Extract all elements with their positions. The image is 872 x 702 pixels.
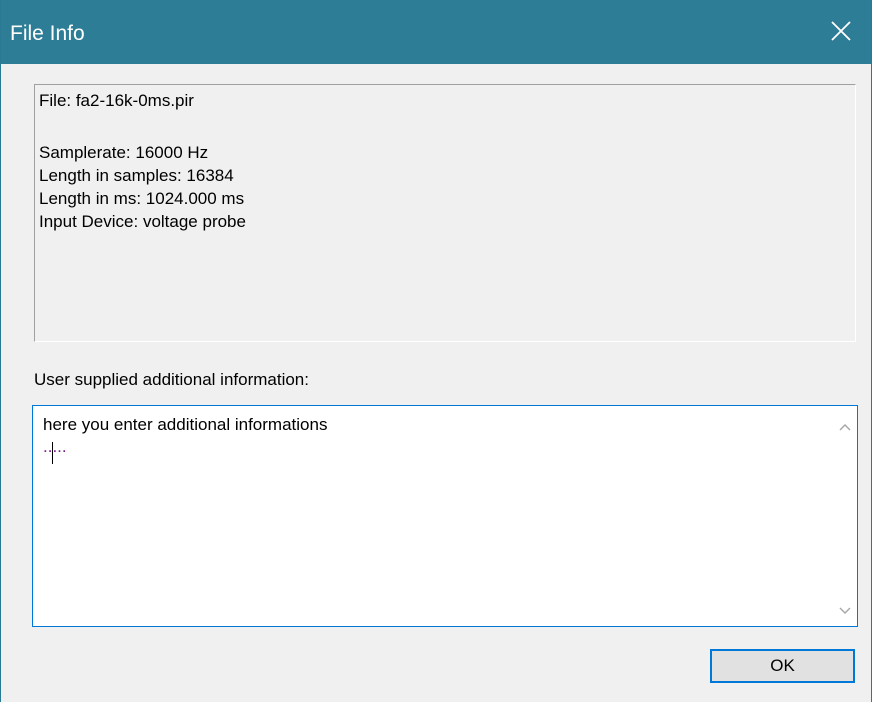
file-info-dialog: File Info File: fa2-16k-0ms.pir Samplera… — [0, 0, 872, 702]
file-name-text: File: fa2-16k-0ms.pir — [39, 91, 194, 110]
textarea-line-2: ..... — [43, 437, 67, 456]
ok-button[interactable]: OK — [710, 649, 855, 683]
scroll-up-arrow-icon[interactable] — [837, 420, 853, 436]
user-info-label: User supplied additional information: — [34, 370, 309, 389]
title-bar[interactable]: File Info — [1, 0, 871, 64]
scroll-down-arrow-icon[interactable] — [837, 602, 853, 618]
close-icon — [831, 21, 851, 41]
window-title: File Info — [10, 22, 85, 45]
samplerate-text: Samplerate: 16000 Hz — [39, 143, 209, 162]
textarea-line-1: here you enter additional informations — [43, 415, 328, 434]
length-ms-text: Length in ms: 1024.000 ms — [39, 189, 245, 208]
length-samples-text: Length in samples: 16384 — [39, 166, 234, 185]
file-info-panel: File: fa2-16k-0ms.pir Samplerate: 16000 … — [34, 84, 856, 342]
text-caret — [52, 442, 53, 464]
vertical-scrollbar[interactable] — [833, 406, 857, 626]
close-button[interactable] — [813, 0, 871, 64]
user-info-textarea[interactable]: here you enter additional informations .… — [32, 405, 858, 627]
input-device-text: Input Device: voltage probe — [39, 212, 246, 231]
